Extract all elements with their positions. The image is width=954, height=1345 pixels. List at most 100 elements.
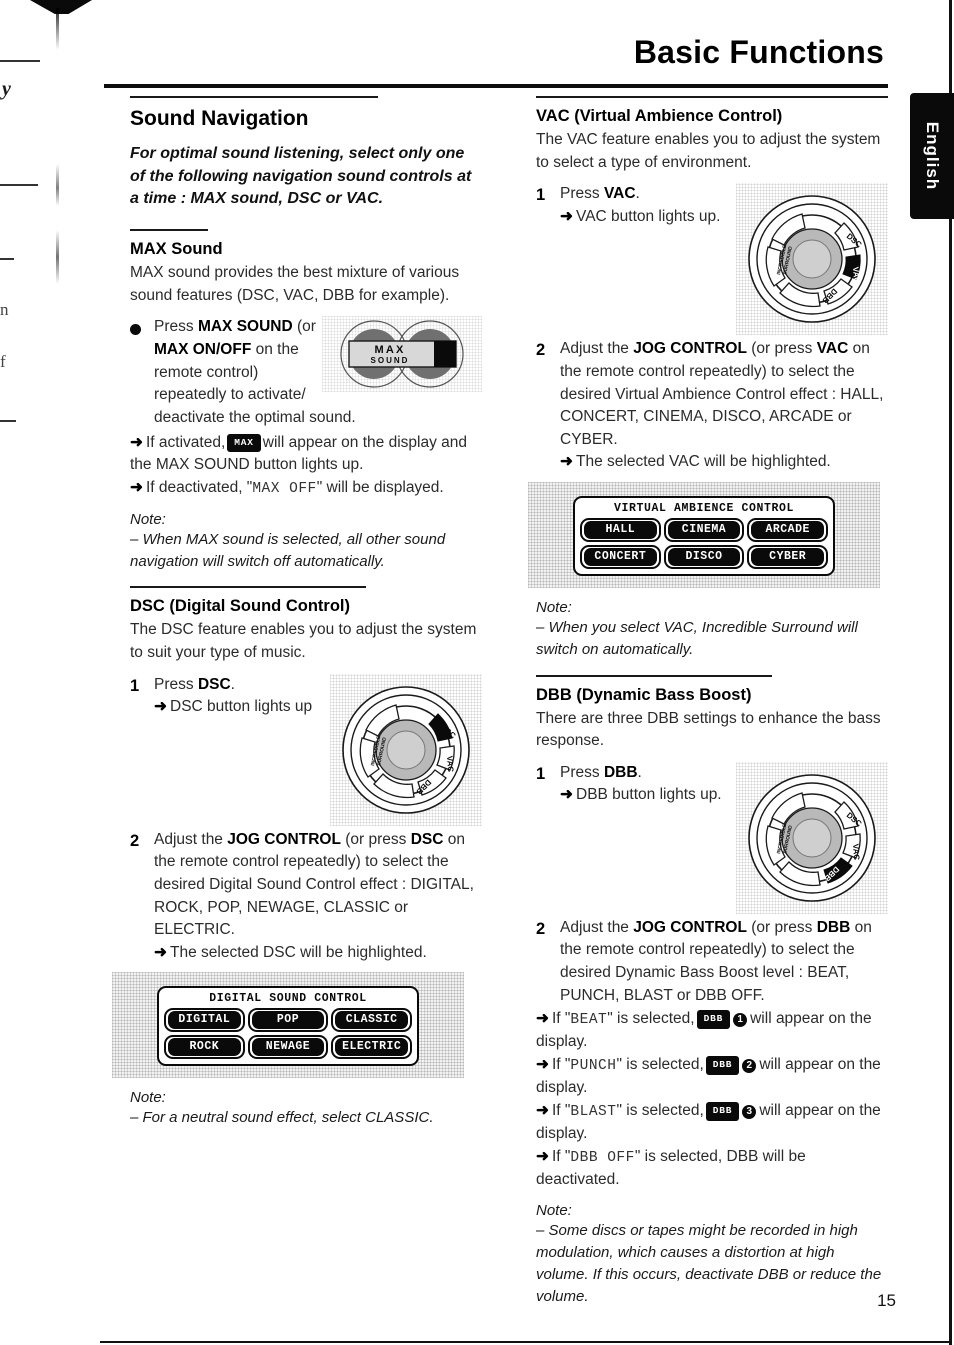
dsc-option-label: DIGITAL <box>168 1011 241 1030</box>
bullet-icon <box>130 316 154 336</box>
jog-dial-figure-dbb: DSC VAC DBB INCREDIBLE SURROUND <box>736 761 888 914</box>
max-arrow-deactivated: ➜ If deactivated, "MAX OFF" will be displ… <box>130 477 482 500</box>
dbb-arrow-punch: ➜ If "PUNCH" is selected, DBB 2 will appear … <box>536 1054 888 1100</box>
left-column: Sound Navigation For optimal sound liste… <box>122 96 482 1143</box>
max-sound-intro: MAX sound provides the best mixture of v… <box>130 264 460 304</box>
vac-step-2-arrow-text: The selected VAC will be highlighted. <box>576 453 831 471</box>
vac-option-label: CYBER <box>751 548 825 566</box>
vac-option-arcade[interactable]: ARCADE <box>747 518 829 542</box>
dsc-option-label: NEWAGE <box>251 1038 325 1057</box>
max-sound-step: MAX SOUND Press MAX SOUND (or MAX ON/OFF… <box>130 316 482 429</box>
dsc-option-pop[interactable]: POP <box>247 1008 329 1033</box>
max-arrow-b-pre: If deactivated, " <box>146 478 253 496</box>
arrow-icon: ➜ <box>560 453 573 471</box>
dsc-option-digital[interactable]: DIGITAL <box>164 1008 245 1033</box>
dbb-step-2-a: Adjust the <box>560 918 634 936</box>
bleed-rule <box>0 184 38 186</box>
dbb-level-badge-2: 2 <box>742 1059 757 1074</box>
dbb-arrow-blast: ➜ If "BLAST" is selected, DBB 3 will appear … <box>536 1100 888 1146</box>
dbb-arrow-beat: ➜ If "BEAT" is selected, DBB 1 will appear o… <box>536 1008 888 1054</box>
bleed-fragment: y <box>2 78 11 100</box>
vac-step-1: 1 DSC VAC DBB INCREDIBLE SURROUND Press … <box>536 183 888 337</box>
max-sound-logo-figure: MAX SOUND <box>322 316 482 393</box>
right-column: VAC (Virtual Ambience Control) The VAC f… <box>536 96 888 1321</box>
vac-option-label: HALL <box>584 521 657 539</box>
dsc-note: Note: – For a neutral sound effect, sele… <box>130 1089 482 1129</box>
step-number: 2 <box>130 831 140 850</box>
arrow-icon: ➜ <box>154 698 167 716</box>
dsc-step-2-arrow: ➜ The selected DSC will be highlighted. <box>154 942 482 965</box>
heading-dbb: DBB (Dynamic Bass Boost) <box>536 685 752 704</box>
note-text: – Some discs or tapes might be recorded … <box>536 1222 882 1305</box>
vac-note: Note: – When you select VAC, Incredible … <box>536 599 888 661</box>
dsc-step-2-c: (or press <box>340 830 411 848</box>
vac-step-1-pre: Press <box>560 185 604 203</box>
dbb-level-badge-3: 3 <box>742 1104 757 1119</box>
vac-option-cinema[interactable]: CINEMA <box>663 518 745 542</box>
svg-text:VAC: VAC <box>445 755 455 772</box>
vac-step-2: 2 Adjust the JOG CONTROL (or press VAC o… <box>536 338 888 474</box>
vac-step-2-arrow: ➜ The selected VAC will be highlighted. <box>560 451 888 474</box>
dsc-step-1-end: . <box>230 675 235 693</box>
vac-step-2-body: Adjust the JOG CONTROL (or press VAC on … <box>560 338 888 474</box>
vac-option-label: DISCO <box>667 548 741 566</box>
dbb-step-2: 2 Adjust the JOG CONTROL (or press DBB o… <box>536 917 888 1008</box>
max-sound-note: Note: – When MAX sound is selected, all … <box>130 511 482 573</box>
vac-option-cyber[interactable]: CYBER <box>747 545 829 569</box>
dsc-step-1-body: DSC VAC DBB INCREDIBLE SURROUND Press DS… <box>154 673 482 828</box>
dsc-step-1-arrow-text: DSC button lights up <box>170 698 313 716</box>
vac-step-1-body: DSC VAC DBB INCREDIBLE SURROUND Press VA… <box>560 183 888 337</box>
heading-max-sound: MAX Sound <box>130 240 223 259</box>
arrow-icon: ➜ <box>536 1101 549 1119</box>
dsc-intro: The DSC feature enables you to adjust th… <box>130 621 477 662</box>
section-rule <box>130 586 366 589</box>
dbb-step-1-body: DSC VAC DBB INCREDIBLE SURROUND Press DB… <box>560 761 888 916</box>
bleed-rule <box>0 258 14 260</box>
vac-step-2-jog: JOG CONTROL <box>633 340 747 358</box>
dsc-step-2: 2 Adjust the JOG CONTROL (or press DSC o… <box>130 829 482 965</box>
dbb-arrow-3-mid: " is selected, DBB will be <box>634 1147 806 1165</box>
vac-option-hall[interactable]: HALL <box>580 518 661 542</box>
dsc-display-header: DIGITAL SOUND CONTROL <box>209 992 367 1006</box>
section-rule <box>536 674 772 677</box>
dbb-arrow-0-mid: " is selected, <box>607 1010 695 1028</box>
dbb-step-2-jog: JOG CONTROL <box>633 918 747 936</box>
dbb-step-1-pre: Press <box>560 763 604 781</box>
lcd-text-blast: BLAST <box>570 1103 617 1120</box>
max-arrow-activated: ➜ If activated, MAX will appear on the disp… <box>130 432 482 477</box>
dsc-step-2-dsc: DSC <box>410 830 444 848</box>
bleed-fragment: f <box>0 352 6 371</box>
lcd-text-dbb-off: DBB OFF <box>570 1149 635 1166</box>
vac-option-concert[interactable]: CONCERT <box>580 545 661 569</box>
dbb-step-1-end: . <box>637 763 642 781</box>
note-label: Note: <box>536 1202 572 1220</box>
dbb-step-2-dbb: DBB <box>816 918 851 936</box>
page-title: Basic Functions <box>633 34 884 70</box>
dsc-option-label: ROCK <box>168 1038 241 1057</box>
jog-dial-figure-vac: DSC VAC DBB INCREDIBLE SURROUND <box>736 183 888 336</box>
lcd-badge-dbb: DBB <box>705 1101 740 1121</box>
dsc-display-screen: DIGITAL SOUND CONTROL DIGITAL POP CLASSI… <box>157 986 419 1067</box>
vac-option-disco[interactable]: DISCO <box>663 545 745 569</box>
dsc-option-electric[interactable]: ELECTRIC <box>331 1035 413 1060</box>
dbb-level-badge-1: 1 <box>733 1013 748 1028</box>
dbb-step-1: 1 DSC VAC DBB INCREDIBLE SURROUND Press … <box>536 761 888 916</box>
dbb-arrow-off: ➜ If "DBB OFF" is selected, DBB will be d… <box>536 1146 888 1192</box>
max-sound-step-body: MAX SOUND Press MAX SOUND (or MAX ON/OFF… <box>154 316 482 429</box>
page-border-bottom <box>100 1341 952 1343</box>
note-text: – When you select VAC, Incredible Surrou… <box>536 619 858 658</box>
note-text: – When MAX sound is selected, all other … <box>130 530 446 570</box>
dsc-option-classic[interactable]: CLASSIC <box>331 1008 413 1033</box>
lcd-text-max-off: MAX OFF <box>252 480 317 497</box>
bleed-rule <box>0 60 40 62</box>
dsc-option-rock[interactable]: ROCK <box>164 1035 245 1060</box>
max-arrow-b-post: " will be displayed. <box>316 478 444 496</box>
lcd-text-beat: BEAT <box>570 1012 608 1029</box>
language-tab: English <box>910 93 954 219</box>
vac-display-panel: VIRTUAL AMBIENCE CONTROL HALL CINEMA ARC… <box>528 482 880 588</box>
dsc-step-2-arrow-text: The selected DSC will be highlighted. <box>170 943 427 961</box>
step-number: 2 <box>536 919 546 938</box>
dsc-step-1: 1 DSC VAC DBB INCREDIBLE SURROUND Press … <box>130 673 482 828</box>
lcd-badge-max: MAX <box>227 433 261 453</box>
dsc-option-newage[interactable]: NEWAGE <box>247 1035 329 1060</box>
